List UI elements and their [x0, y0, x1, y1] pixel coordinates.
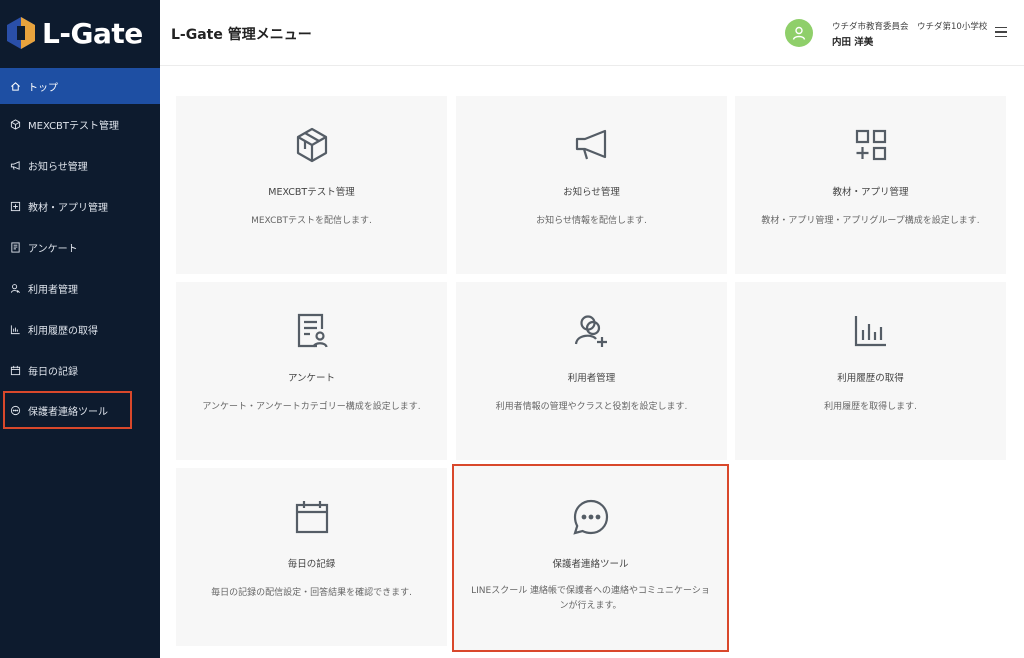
sidebar-item-parent-contact[interactable]: 保護者連絡ツール [3, 391, 132, 429]
sidebar-item-label: 毎日の記録 [28, 367, 78, 378]
sidebar-item-label: MEXCBTテスト管理 [28, 121, 120, 132]
card-description: 利用者情報の管理やクラスと役割を設定します. [495, 402, 688, 412]
card-daily-record[interactable]: 毎日の記録 毎日の記録の配信設定・回答結果を確認できます. [176, 468, 447, 646]
calendar-icon [10, 365, 21, 376]
header: L-Gate 管理メニュー ウチダ市教育委員会 ウチダ第10小学校 内田 洋美 [160, 0, 1024, 66]
bar-chart-icon [10, 324, 21, 335]
card-description: アンケート・アンケートカテゴリー構成を設定します. [202, 402, 421, 412]
user-organization: ウチダ市教育委員会 ウチダ第10小学校 [832, 22, 988, 32]
user-icon [792, 26, 806, 40]
logo-mark-icon [7, 17, 35, 49]
card-title: 利用者管理 [567, 373, 616, 384]
sidebar-item-label: 保護者連絡ツール [28, 406, 108, 418]
card-description: お知らせ情報を配信します. [536, 216, 647, 226]
survey-icon [176, 312, 447, 350]
sidebar-item-users[interactable]: 利用者管理 [0, 268, 160, 309]
logo-text: L-Gate [42, 16, 143, 50]
sidebar-item-label: 利用履歴の取得 [28, 326, 98, 337]
card-description: MEXCBTテストを配信します. [251, 216, 372, 226]
card-history[interactable]: 利用履歴の取得 利用履歴を取得します. [735, 282, 1006, 460]
sidebar-item-daily-record[interactable]: 毎日の記録 [0, 350, 160, 391]
hamburger-menu-icon[interactable] [995, 26, 1007, 38]
sidebar-item-label: 利用者管理 [28, 285, 78, 296]
megaphone-icon [456, 126, 727, 164]
cube-icon [176, 126, 447, 164]
cube-icon [10, 119, 21, 130]
user-name: 内田 洋美 [832, 37, 874, 48]
apps-grid-icon [735, 126, 1006, 164]
card-title: MEXCBTテスト管理 [268, 187, 355, 198]
sidebar-item-history[interactable]: 利用履歴の取得 [0, 309, 160, 350]
sidebar-item-apps[interactable]: 教材・アプリ管理 [0, 186, 160, 227]
sidebar-item-label: お知らせ管理 [28, 162, 88, 173]
card-description: 教材・アプリ管理・アプリグループ構成を設定します. [761, 216, 980, 226]
user-add-icon [456, 312, 727, 350]
megaphone-icon [10, 160, 21, 171]
sidebar-item-survey[interactable]: アンケート [0, 227, 160, 268]
sidebar-item-top[interactable]: トップ [0, 68, 160, 104]
chat-icon [454, 498, 727, 536]
card-title: 教材・アプリ管理 [832, 187, 909, 198]
card-title: アンケート [287, 373, 336, 384]
sidebar-item-mexcbt[interactable]: MEXCBTテスト管理 [0, 104, 160, 145]
sidebar-item-label: トップ [28, 82, 58, 94]
card-parent-contact[interactable]: 保護者連絡ツール LINEスクール 連絡帳で保護者への連絡やコミュニケーションが… [452, 464, 729, 652]
calendar-icon [176, 498, 447, 536]
card-notice[interactable]: お知らせ管理 お知らせ情報を配信します. [456, 96, 727, 274]
avatar[interactable] [785, 19, 813, 47]
home-icon [10, 81, 21, 92]
card-description: 毎日の記録の配信設定・回答結果を確認できます. [211, 588, 412, 598]
sidebar-item-label: 教材・アプリ管理 [28, 203, 108, 214]
sidebar-item-label: アンケート [28, 244, 78, 255]
card-title: 毎日の記録 [287, 559, 336, 570]
card-apps[interactable]: 教材・アプリ管理 教材・アプリ管理・アプリグループ構成を設定します. [735, 96, 1006, 274]
bar-chart-icon [735, 312, 1006, 350]
page-title: L-Gate 管理メニュー [171, 27, 312, 43]
card-title: お知らせ管理 [563, 187, 620, 198]
sidebar-nav: トップ MEXCBTテスト管理 お知らせ管理 教材・アプリ管理 アンケート 利用… [0, 68, 160, 429]
card-description: 利用履歴を取得します. [824, 402, 917, 412]
sidebar-item-notice[interactable]: お知らせ管理 [0, 145, 160, 186]
card-description: LINEスクール 連絡帳で保護者への連絡やコミュニケーションが行えます。 [471, 586, 710, 611]
users-icon [10, 283, 21, 294]
chat-icon [10, 405, 21, 416]
card-title: 利用履歴の取得 [837, 373, 904, 384]
survey-icon [10, 242, 21, 253]
card-mexcbt[interactable]: MEXCBTテスト管理 MEXCBTテストを配信します. [176, 96, 447, 274]
plus-square-icon [10, 201, 21, 212]
card-survey[interactable]: アンケート アンケート・アンケートカテゴリー構成を設定します. [176, 282, 447, 460]
card-users[interactable]: 利用者管理 利用者情報の管理やクラスと役割を設定します. [456, 282, 727, 460]
sidebar: L-Gate トップ MEXCBTテスト管理 お知らせ管理 教材・アプリ管理 ア… [0, 0, 160, 658]
logo[interactable]: L-Gate [0, 0, 160, 66]
card-title: 保護者連絡ツール [552, 559, 629, 570]
